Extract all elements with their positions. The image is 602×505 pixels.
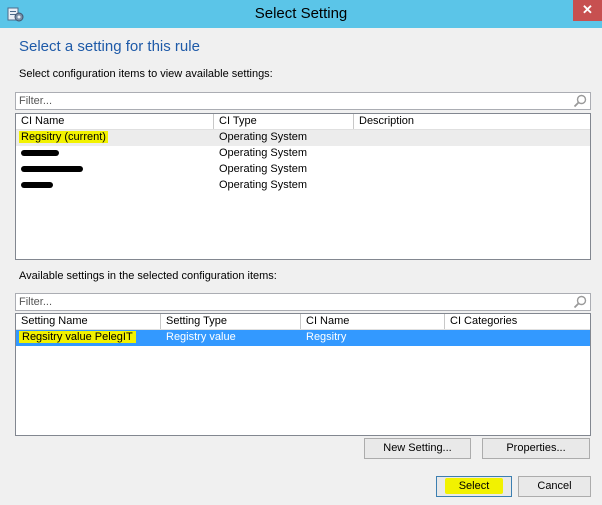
dialog-body: Select a setting for this rule Select co… bbox=[0, 28, 602, 505]
settings-filter-input[interactable] bbox=[19, 295, 559, 309]
settings-section-label: Available settings in the selected confi… bbox=[19, 270, 277, 282]
column-header-ci-categories[interactable]: CI Categories bbox=[445, 314, 590, 329]
search-icon[interactable] bbox=[573, 295, 587, 309]
title-bar: Select Setting ✕ bbox=[0, 0, 602, 28]
redaction-mark bbox=[21, 182, 53, 189]
ci-type-cell: Operating System bbox=[219, 131, 308, 143]
column-header-ci-name[interactable]: CI Name bbox=[16, 114, 214, 129]
cancel-button[interactable]: Cancel bbox=[518, 476, 591, 497]
ci-type-cell: Operating System bbox=[219, 163, 308, 175]
ci-type-cell: Operating System bbox=[219, 147, 308, 159]
ci-name-cell bbox=[16, 162, 214, 178]
ci-filter-field[interactable] bbox=[15, 92, 591, 110]
ci-list-header: CI Name CI Type Description bbox=[16, 114, 590, 130]
search-icon[interactable] bbox=[573, 94, 587, 108]
window-title: Select Setting bbox=[254, 5, 348, 22]
ci-row[interactable]: Operating System bbox=[16, 146, 590, 162]
setting-name-cell: Regsitry value PelegIT bbox=[16, 330, 161, 346]
ci-name-cell bbox=[16, 178, 214, 194]
column-header-setting-type[interactable]: Setting Type bbox=[161, 314, 301, 329]
ci-row[interactable]: Operating System bbox=[16, 162, 590, 178]
ci-name-cell: Regsitry (current) bbox=[16, 130, 214, 146]
settings-list-header: Setting Name Setting Type CI Name CI Cat… bbox=[16, 314, 590, 330]
ci-name-cell bbox=[16, 146, 214, 162]
ci-filter-input[interactable] bbox=[19, 94, 559, 108]
select-button[interactable]: Select bbox=[436, 476, 512, 497]
ci-type-cell: Operating System bbox=[219, 179, 308, 191]
highlighted-ci-name: Regsitry (current) bbox=[19, 131, 108, 143]
redaction-mark bbox=[21, 166, 83, 173]
setting-ci-categories-cell bbox=[445, 330, 590, 346]
setting-ci-name-cell: Regsitry bbox=[306, 331, 347, 343]
new-setting-button[interactable]: New Setting... bbox=[364, 438, 471, 459]
column-header-description[interactable]: Description bbox=[354, 114, 590, 129]
highlighted-setting-name: Regsitry value PelegIT bbox=[19, 331, 136, 343]
redaction-mark bbox=[21, 150, 59, 157]
column-header-ci-type[interactable]: CI Type bbox=[214, 114, 354, 129]
page-title: Select a setting for this rule bbox=[19, 38, 200, 55]
close-icon: ✕ bbox=[582, 2, 593, 17]
setting-type-cell: Registry value bbox=[166, 331, 236, 343]
close-button[interactable]: ✕ bbox=[573, 0, 602, 21]
ci-row[interactable]: Operating System bbox=[16, 178, 590, 194]
settings-filter-field[interactable] bbox=[15, 293, 591, 311]
column-header-setting-name[interactable]: Setting Name bbox=[16, 314, 161, 329]
column-header-ci-name[interactable]: CI Name bbox=[301, 314, 445, 329]
settings-list[interactable]: Setting Name Setting Type CI Name CI Cat… bbox=[15, 313, 591, 436]
setting-row[interactable]: Regsitry value PelegIT Registry value Re… bbox=[16, 330, 590, 346]
ci-row[interactable]: Regsitry (current) Operating System bbox=[16, 130, 590, 146]
properties-button[interactable]: Properties... bbox=[482, 438, 590, 459]
ci-section-label: Select configuration items to view avail… bbox=[19, 68, 273, 80]
ci-list[interactable]: CI Name CI Type Description Regsitry (cu… bbox=[15, 113, 591, 260]
select-button-label: Select bbox=[444, 478, 504, 494]
